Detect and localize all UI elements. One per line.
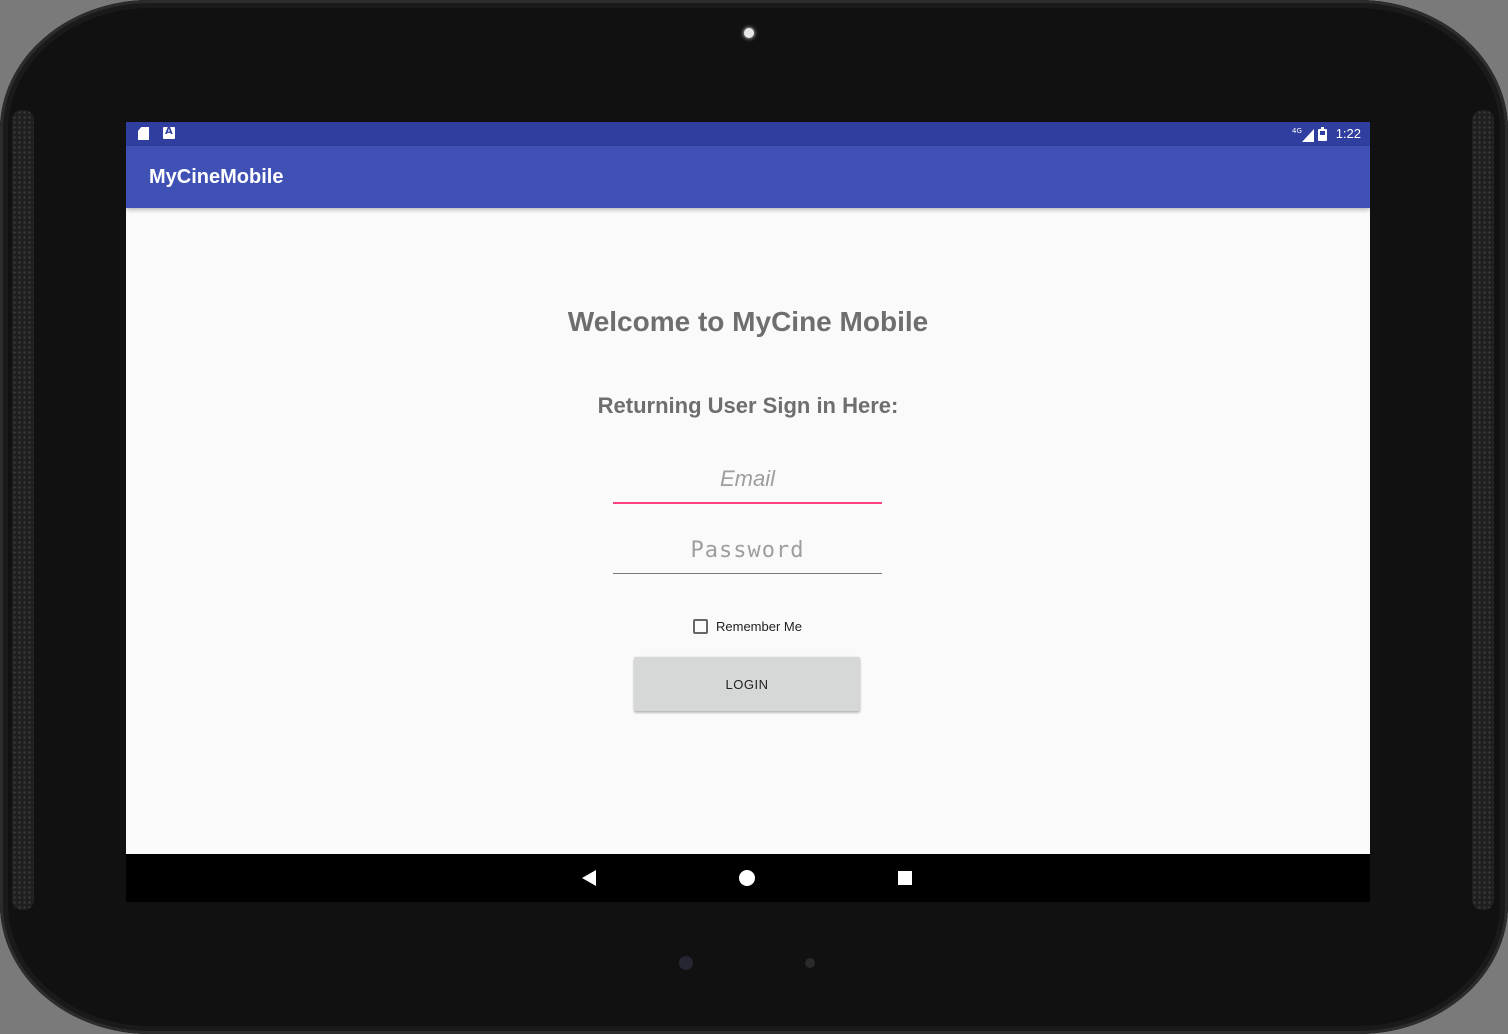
- home-icon[interactable]: [739, 870, 755, 886]
- device-screen: 4G 1:22 MyCineMobile Welcome to MyCine M…: [126, 122, 1370, 902]
- back-icon[interactable]: [582, 870, 596, 886]
- email-field[interactable]: [613, 456, 882, 504]
- app-title: MyCineMobile: [149, 166, 284, 188]
- navigation-bar: [126, 854, 1370, 902]
- battery-icon: [1318, 127, 1327, 141]
- status-bar: 4G 1:22: [126, 122, 1370, 146]
- remember-me-checkbox-row[interactable]: Remember Me: [693, 616, 802, 636]
- network-type-label: 4G: [1292, 127, 1302, 135]
- sensor-dot: [679, 956, 693, 970]
- login-button[interactable]: LOGIN: [634, 657, 860, 711]
- front-camera: [744, 28, 754, 38]
- sign-in-subtitle: Returning User Sign in Here:: [597, 393, 899, 418]
- app-bar: MyCineMobile: [126, 146, 1370, 208]
- recents-icon[interactable]: [898, 871, 912, 885]
- remember-me-label: Remember Me: [716, 618, 802, 634]
- welcome-heading: Welcome to MyCine Mobile: [567, 306, 929, 337]
- left-speaker-grill: [12, 110, 34, 910]
- a-notification-icon: [163, 126, 175, 139]
- status-clock: 1:22: [1335, 126, 1361, 141]
- password-field[interactable]: [613, 527, 882, 574]
- tablet-frame: 4G 1:22 MyCineMobile Welcome to MyCine M…: [0, 0, 1508, 1034]
- right-speaker-grill: [1472, 110, 1494, 910]
- remember-me-checkbox[interactable]: [693, 618, 708, 634]
- sensor-dot: [805, 958, 815, 968]
- sd-card-icon: [138, 127, 149, 140]
